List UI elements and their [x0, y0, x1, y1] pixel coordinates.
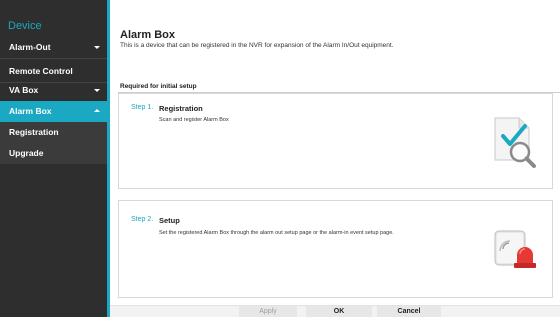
page-title: Alarm Box — [120, 29, 176, 41]
sidebar-item-label: VA Box — [9, 85, 39, 95]
chevron-down-icon — [94, 89, 100, 92]
magnifier-check-icon — [494, 117, 536, 168]
step-description: Scan and register Alarm Box — [159, 117, 229, 123]
cancel-button[interactable]: Cancel — [377, 306, 441, 317]
ok-button[interactable]: OK — [306, 306, 372, 317]
sidebar-item-registration[interactable]: Registration — [0, 122, 107, 143]
sidebar-item-label: Registration — [9, 127, 59, 137]
sidebar: Device Alarm-Out Remote Control VA Box A… — [0, 0, 107, 317]
sidebar-item-label: Remote Control — [9, 66, 73, 76]
step-number: Step 1. — [131, 104, 154, 111]
step-description: Set the registered Alarm Box through the… — [159, 230, 394, 236]
sidebar-item-va-box[interactable]: VA Box — [0, 80, 107, 101]
step-registration-card[interactable]: Step 1. Registration Scan and register A… — [118, 93, 553, 189]
step-title: Setup — [159, 216, 180, 225]
section-heading: Required for initial setup — [120, 83, 197, 90]
chevron-down-icon — [94, 46, 100, 49]
apply-button[interactable]: Apply — [239, 306, 297, 317]
alarm-siren-icon — [494, 230, 536, 268]
step-title: Registration — [159, 104, 203, 113]
divider — [0, 58, 107, 59]
chevron-up-icon — [94, 109, 100, 112]
sidebar-item-label: Upgrade — [9, 148, 44, 158]
sidebar-item-alarm-box[interactable]: Alarm Box — [0, 101, 107, 122]
sidebar-title: Device — [8, 20, 42, 32]
main-panel: Alarm Box This is a device that can be r… — [110, 0, 560, 317]
sidebar-item-upgrade[interactable]: Upgrade — [0, 143, 107, 164]
sidebar-item-alarm-out[interactable]: Alarm-Out — [0, 37, 107, 58]
sidebar-item-label: Alarm Box — [9, 106, 52, 116]
sidebar-item-remote-control[interactable]: Remote Control — [0, 61, 107, 82]
step-setup-card[interactable]: Step 2. Setup Set the registered Alarm B… — [118, 200, 553, 298]
page-description: This is a device that can be registered … — [120, 42, 394, 49]
sidebar-item-label: Alarm-Out — [9, 42, 51, 52]
step-number: Step 2. — [131, 216, 154, 223]
